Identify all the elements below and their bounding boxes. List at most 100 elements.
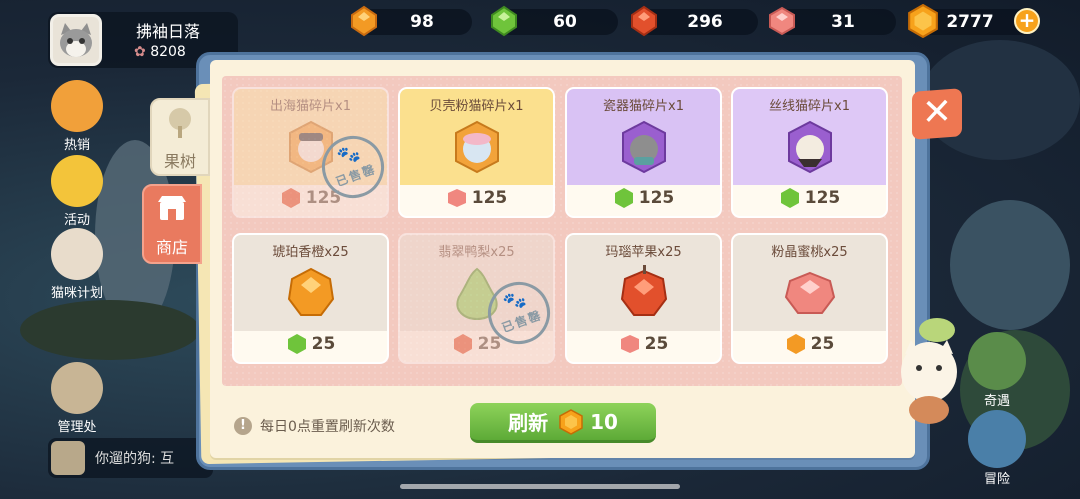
resource-amber[interactable]: 98 [351, 5, 472, 37]
card-title: 贝壳粉猫碎片x1 [429, 99, 524, 114]
card-title: 玛瑙苹果x25 [605, 245, 682, 260]
adventure-icon [968, 410, 1026, 468]
player-name: 拂袖日落 [136, 22, 201, 41]
menu-adventure-label: 冒险 [983, 472, 1010, 487]
green-gem-icon [491, 5, 517, 37]
megaphone-icon [51, 155, 103, 207]
menu-hot-sale-label: 热销 [63, 138, 90, 153]
coin-icon [559, 408, 583, 435]
shop-awning-icon [51, 80, 103, 132]
card-title: 出海猫碎片x1 [270, 99, 351, 114]
red-gem-icon [453, 334, 472, 354]
flower-icon: ✿ [134, 44, 146, 60]
shop-card[interactable]: 玛瑙苹果x25 25 [565, 233, 722, 364]
menu-encounter-label: 奇遇 [983, 394, 1010, 409]
menu-management-label: 管理处 [57, 420, 97, 435]
card-price-value: 25 [311, 334, 336, 354]
tree-icon [169, 108, 191, 138]
resource-red-value: 296 [687, 12, 723, 32]
menu-cat-plan[interactable]: 猫咪计划 [42, 228, 112, 301]
shop-card[interactable]: 瓷器猫碎片x1 125 [565, 87, 722, 218]
porcelain-cat-fragment-icon [621, 120, 666, 174]
shop-icon [158, 196, 186, 220]
refresh-label: 刷新 [508, 411, 549, 435]
card-title: 粉晶蜜桃x25 [771, 245, 848, 260]
ground-decoration [20, 300, 200, 360]
chat-text: 你遛的狗: 互 [95, 451, 175, 467]
cat-manager-icon [51, 362, 103, 414]
card-title: 琥珀香橙x25 [272, 245, 349, 260]
card-price: 25 [567, 332, 720, 356]
tab-fruit-tree[interactable]: 果树 [150, 98, 210, 176]
resource-red[interactable]: 296 [631, 5, 758, 37]
player-score: ✿ 8208 [134, 44, 186, 60]
card-price-value: 125 [638, 188, 675, 208]
building-decoration [950, 200, 1070, 330]
card-price: 25 [733, 332, 886, 356]
green-gem-icon [287, 334, 306, 354]
menu-management[interactable]: 管理处 [42, 362, 112, 435]
refresh-tip: ! 每日0点重置刷新次数 [234, 416, 395, 436]
cat-avatar-icon [60, 23, 92, 57]
resource-pink-value: 31 [831, 12, 855, 32]
card-price: 125 [567, 186, 720, 210]
home-indicator [400, 484, 680, 489]
amber-orange-icon [287, 267, 334, 316]
tab-shop[interactable]: 商店 [142, 184, 202, 264]
resource-green[interactable]: 60 [491, 5, 618, 37]
warning-icon: ! [234, 417, 252, 435]
chat-icon [51, 441, 85, 475]
coin-icon [908, 4, 938, 38]
menu-encounter[interactable]: 奇遇 [962, 332, 1032, 409]
resource-green-value: 60 [553, 12, 577, 32]
player-score-value: 8208 [150, 44, 186, 60]
shop-card[interactable]: 粉晶蜜桃x25 25 [731, 233, 888, 364]
amber-gem-icon [786, 334, 805, 354]
menu-activity[interactable]: 活动 [42, 155, 112, 228]
close-icon: ✕ [921, 90, 953, 135]
refresh-tip-text: 每日0点重置刷新次数 [260, 419, 395, 435]
card-title: 丝线猫碎片x1 [769, 99, 850, 114]
encounter-icon [968, 332, 1026, 390]
red-gem-icon [281, 188, 300, 208]
resource-amber-value: 98 [410, 12, 434, 32]
card-price-value: 25 [810, 334, 835, 354]
menu-hot-sale[interactable]: 热销 [42, 80, 112, 153]
cat-face-icon [51, 228, 103, 280]
card-title: 瓷器猫碎片x1 [603, 99, 684, 114]
card-price: 25 [234, 332, 387, 356]
refresh-button[interactable]: 刷新 10 [470, 403, 656, 443]
shell-pink-cat-fragment-icon [454, 120, 499, 174]
close-button[interactable]: ✕ [912, 88, 962, 140]
amber-gem-icon [351, 5, 377, 37]
tab-fruit-tree-label: 果树 [163, 152, 196, 171]
green-gem-icon [780, 188, 799, 208]
silk-cat-fragment-icon [787, 120, 832, 174]
pink-gem-icon [769, 6, 795, 36]
menu-adventure[interactable]: 冒险 [962, 410, 1032, 487]
pink-crystal-peach-icon [784, 271, 835, 314]
chat-bar[interactable]: 你遛的狗: 互 [48, 438, 213, 478]
card-price: 125 [400, 186, 553, 210]
card-price-value: 125 [471, 188, 508, 208]
menu-activity-label: 活动 [63, 213, 90, 228]
card-title: 翡翠鸭梨x25 [438, 245, 515, 260]
red-gem-icon [631, 5, 657, 37]
menu-cat-plan-label: 猫咪计划 [50, 286, 103, 301]
avatar[interactable] [50, 14, 102, 66]
tab-shop-label: 商店 [155, 238, 188, 257]
pink-gem-icon [447, 189, 466, 207]
card-price-value: 125 [804, 188, 841, 208]
card-price-value: 25 [644, 334, 669, 354]
resource-pink[interactable]: 31 [769, 6, 896, 36]
shop-card[interactable]: 贝壳粉猫碎片x1 125 [398, 87, 555, 218]
agate-apple-icon [620, 265, 667, 316]
resource-coin-value: 2777 [946, 12, 994, 32]
refresh-cost: 10 [590, 409, 618, 434]
shop-card[interactable]: 丝线猫碎片x1 125 [731, 87, 888, 218]
shop-card[interactable]: 琥珀香橙x25 25 [232, 233, 389, 364]
resource-coin[interactable]: 2777 + [908, 4, 1040, 38]
green-gem-icon [614, 188, 633, 208]
cat-mascot-icon [901, 318, 957, 424]
add-coin-button[interactable]: + [1014, 8, 1040, 34]
